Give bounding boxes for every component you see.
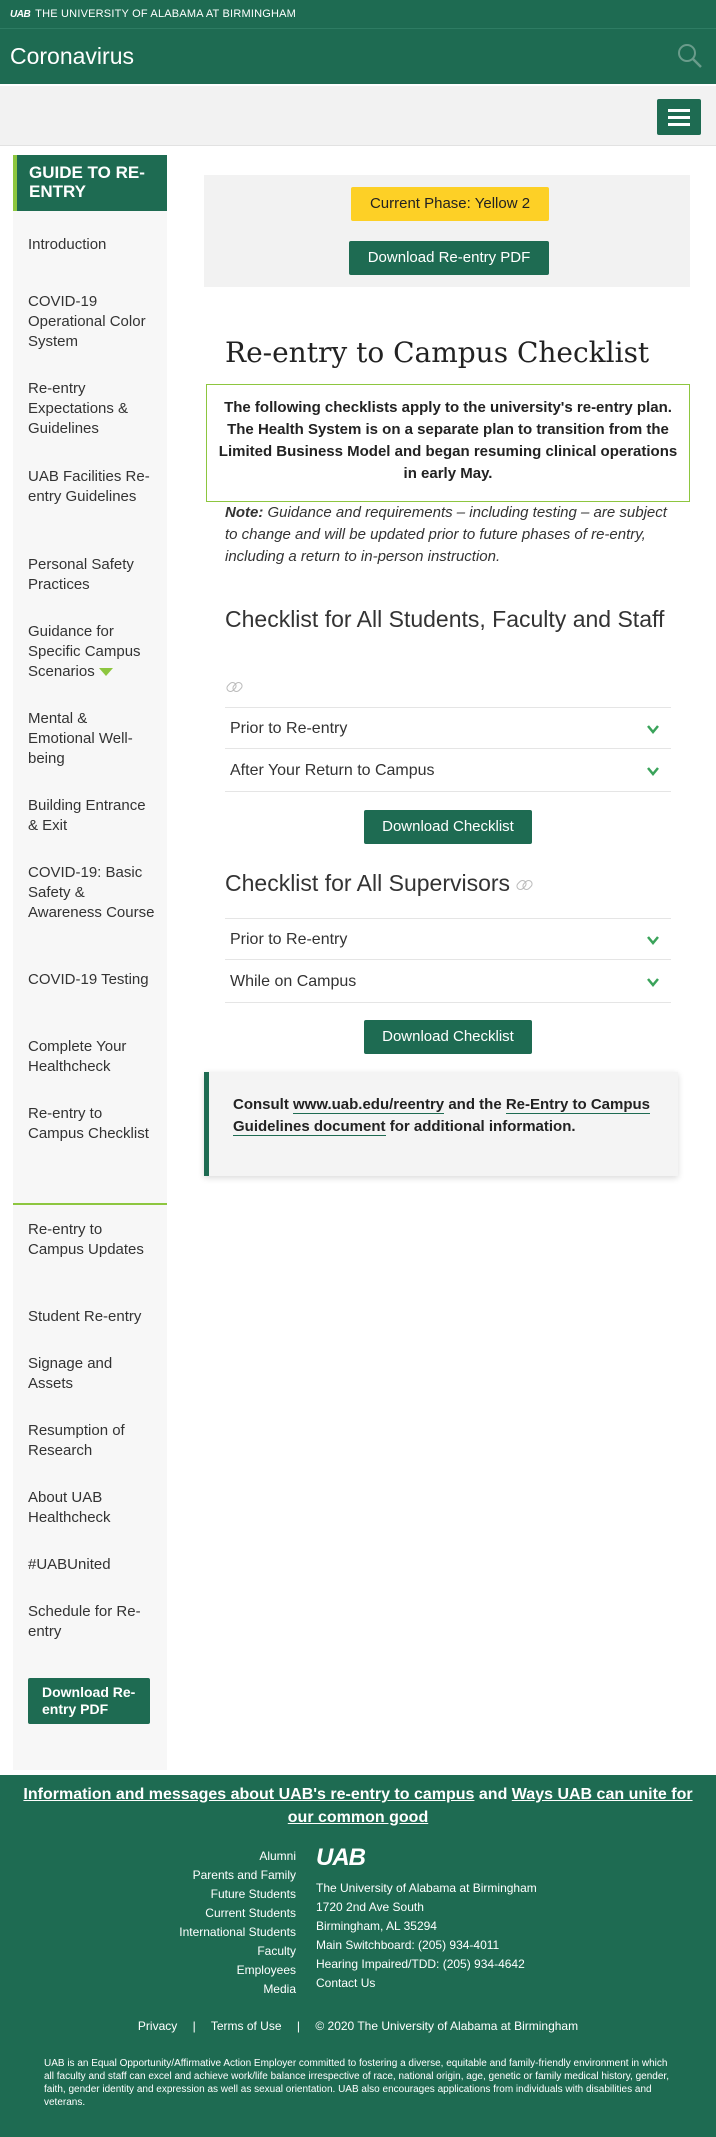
link-icon[interactable] — [226, 678, 242, 696]
site-footer: Alumni Parents and Family Future Student… — [0, 1839, 716, 2137]
accordion-while-on-campus[interactable]: While on Campus — [225, 961, 671, 1003]
guidance-note: Note: Guidance and requirements – includ… — [225, 502, 681, 568]
search-icon[interactable] — [676, 42, 704, 70]
section-title: Checklist for All Students, Faculty and … — [225, 606, 665, 632]
reentry-messages-link[interactable]: Information and messages about UAB's re-… — [23, 1786, 474, 1803]
audience-links: Alumni Parents and Family Future Student… — [120, 1847, 296, 1999]
footer-link-future-students[interactable]: Future Students — [120, 1885, 296, 1904]
sidebar-item-facilities[interactable]: UAB Facilities Re-entry Guidelines — [28, 467, 158, 507]
footer-link-international[interactable]: International Students — [120, 1923, 296, 1942]
sidebar-item-about-healthcheck[interactable]: About UAB Healthcheck — [28, 1488, 158, 1528]
footer-link-parents[interactable]: Parents and Family — [120, 1866, 296, 1885]
accordion-after-return[interactable]: After Your Return to Campus — [225, 750, 671, 792]
footer-link-faculty[interactable]: Faculty — [120, 1942, 296, 1961]
sidebar-item-updates[interactable]: Re-entry to Campus Updates — [28, 1220, 158, 1260]
consult-suffix: for additional information. — [389, 1118, 576, 1135]
section-title: Checklist for All Supervisors — [225, 870, 511, 896]
sidebar-item-expectations[interactable]: Re-entry Expectations & Guidelines — [28, 379, 158, 439]
sidebar-item-introduction[interactable]: Introduction — [28, 235, 158, 255]
uab-logo-mini[interactable]: UAB — [10, 9, 31, 20]
sidebar-item-label: Guidance for Specific Campus Scenarios — [28, 623, 141, 680]
link-icon[interactable] — [516, 880, 532, 890]
sidebar-item-signage[interactable]: Signage and Assets — [28, 1354, 158, 1394]
uab-logo[interactable]: UAB — [316, 1844, 366, 1872]
site-title[interactable]: Coronavirus — [10, 43, 134, 70]
sidebar-item-schedule[interactable]: Schedule for Re-entry — [28, 1602, 158, 1642]
section-heading-all: Checklist for All Students, Faculty and … — [225, 604, 685, 635]
legal-links: Privacy | Terms of Use | © 2020 The Univ… — [0, 2019, 716, 2033]
accordion-supervisor-prior[interactable]: Prior to Re-entry — [225, 918, 671, 960]
sidebar-item-healthcheck[interactable]: Complete Your Healthcheck — [28, 1037, 158, 1077]
footer-banner: Information and messages about UAB's re-… — [0, 1775, 716, 1839]
sidebar-item-research[interactable]: Resumption of Research — [28, 1421, 158, 1461]
sidebar-item-checklist[interactable]: Re-entry to Campus Checklist — [28, 1104, 158, 1144]
sidebar: GUIDE TO RE-ENTRY Introduction COVID-19 … — [13, 155, 167, 1770]
sidebar-item-well-being[interactable]: Mental & Emotional Well-being — [28, 709, 158, 769]
phase-box: Current Phase: Yellow 2 Download Re-entr… — [204, 175, 690, 287]
sidebar-item-safety-course[interactable]: COVID-19: Basic Safety & Awareness Cours… — [28, 863, 158, 923]
address-line: 1720 2nd Ave South — [316, 1900, 424, 1914]
page-title: Re-entry to Campus Checklist — [225, 336, 650, 369]
chevron-down-icon — [647, 767, 659, 776]
sidebar-item-student-reentry[interactable]: Student Re-entry — [28, 1307, 158, 1327]
section-heading-supervisors: Checklist for All Supervisors — [225, 868, 685, 899]
nav-row — [0, 86, 716, 146]
footer-link-employees[interactable]: Employees — [120, 1961, 296, 1980]
sidebar-heading[interactable]: GUIDE TO RE-ENTRY — [13, 155, 167, 211]
note-text: Guidance and requirements – including te… — [225, 504, 667, 565]
footer-link-alumni[interactable]: Alumni — [120, 1847, 296, 1866]
sidebar-item-uabunited[interactable]: #UABUnited — [28, 1555, 158, 1575]
site-header: Coronavirus — [0, 28, 716, 84]
chevron-down-icon — [647, 978, 659, 987]
switchboard-phone[interactable]: Main Switchboard: (205) 934-4011 — [316, 1936, 537, 1955]
sidebar-item-entrance-exit[interactable]: Building Entrance & Exit — [28, 796, 158, 836]
accordion-label: While on Campus — [230, 973, 357, 990]
privacy-link[interactable]: Privacy — [138, 2019, 177, 2033]
consult-prefix: Consult — [233, 1096, 289, 1113]
sidebar-item-campus-scenarios[interactable]: Guidance for Specific Campus Scenarios — [28, 622, 158, 682]
address-line: The University of Alabama at Birmingham — [316, 1881, 537, 1895]
university-name[interactable]: THE UNIVERSITY OF ALABAMA AT BIRMINGHAM — [35, 8, 296, 20]
accordion-label: Prior to Re-entry — [230, 931, 348, 948]
current-phase-badge: Current Phase: Yellow 2 — [351, 187, 549, 221]
tdd-phone[interactable]: Hearing Impaired/TDD: (205) 934-4642 — [316, 1955, 537, 1974]
chevron-down-icon — [647, 725, 659, 734]
chevron-down-icon — [647, 936, 659, 945]
accordion-label: After Your Return to Campus — [230, 762, 435, 779]
accordion-label: Prior to Re-entry — [230, 720, 348, 737]
eeo-statement: UAB is an Equal Opportunity/Affirmative … — [44, 2058, 669, 2108]
hamburger-menu-icon[interactable] — [657, 99, 701, 135]
footer-address: The University of Alabama at Birmingham … — [316, 1879, 537, 1993]
reentry-link[interactable]: www.uab.edu/reentry — [293, 1096, 445, 1114]
consult-callout: Consult www.uab.edu/reentry and the Re-E… — [204, 1072, 678, 1176]
address-line: Birmingham, AL 35294 — [316, 1919, 437, 1933]
expand-triangle-icon[interactable] — [98, 668, 113, 677]
footer-link-current-students[interactable]: Current Students — [120, 1904, 296, 1923]
note-label: Note: — [225, 504, 264, 521]
sidebar-item-safety-practices[interactable]: Personal Safety Practices — [28, 555, 158, 595]
intro-callout: The following checklists apply to the un… — [206, 384, 690, 502]
consult-middle: and the — [448, 1096, 502, 1113]
banner-middle: and — [478, 1786, 508, 1803]
accordion-prior-to-reentry[interactable]: Prior to Re-entry — [225, 707, 671, 749]
separator: | — [296, 2019, 300, 2033]
sidebar-download-button[interactable]: Download Re-entry PDF — [28, 1678, 150, 1724]
separator: | — [192, 2019, 196, 2033]
sidebar-item-testing[interactable]: COVID-19 Testing — [28, 970, 158, 990]
download-checklist-button[interactable]: Download Checklist — [364, 1020, 532, 1054]
sidebar-divider — [13, 1203, 167, 1205]
contact-us-link[interactable]: Contact Us — [316, 1974, 537, 1993]
terms-link[interactable]: Terms of Use — [211, 2019, 282, 2033]
download-pdf-button[interactable]: Download Re-entry PDF — [349, 241, 549, 275]
copyright: © 2020 The University of Alabama at Birm… — [315, 2019, 579, 2033]
footer-link-media[interactable]: Media — [120, 1980, 296, 1999]
sidebar-item-color-system[interactable]: COVID-19 Operational Color System — [28, 292, 158, 352]
university-bar: UAB THE UNIVERSITY OF ALABAMA AT BIRMING… — [0, 0, 716, 28]
download-checklist-button[interactable]: Download Checklist — [364, 810, 532, 844]
